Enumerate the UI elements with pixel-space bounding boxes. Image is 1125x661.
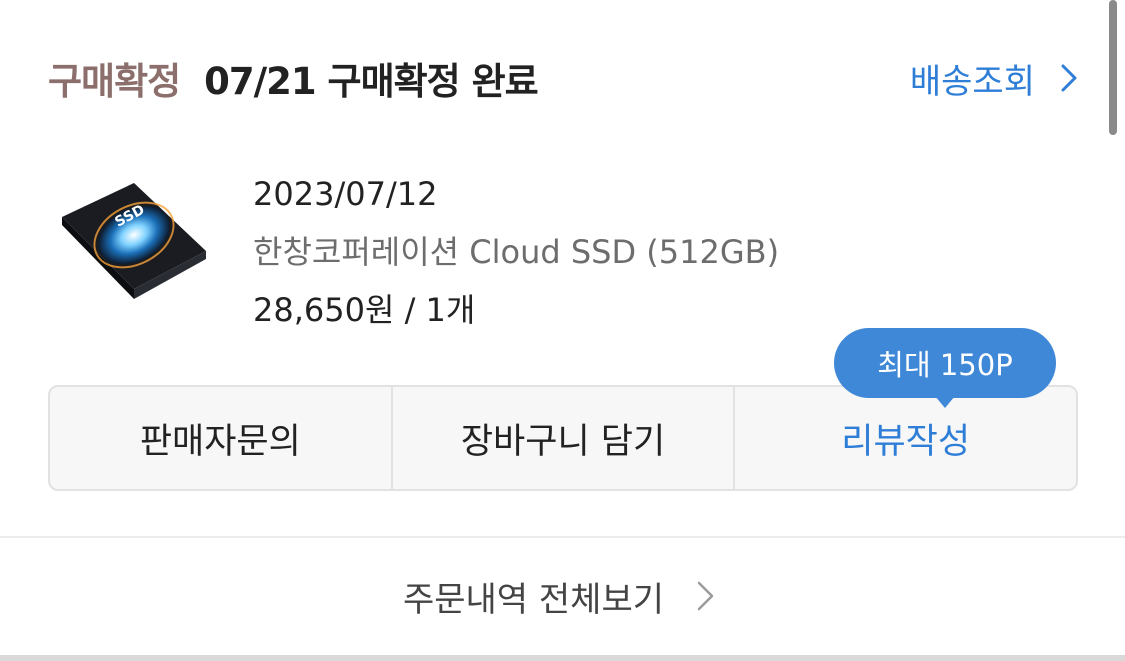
status-text: 07/21 구매확정 완료 [204, 60, 538, 103]
order-date: 2023/07/12 [253, 175, 438, 213]
track-delivery-label: 배송조회 [909, 61, 1035, 102]
order-card-page: 구매확정 07/21 구매확정 완료 배송조회 SSD 2023/07/12 한… [0, 0, 1125, 661]
section-divider [0, 536, 1125, 538]
chevron-right-icon [1061, 64, 1077, 92]
write-review-button[interactable]: 리뷰작성 [735, 387, 1076, 489]
chevron-right-icon [697, 581, 714, 611]
status-label: 구매확정 [48, 60, 181, 103]
bottom-divider [0, 655, 1125, 661]
product-info: 2023/07/12 한창코퍼레이션 Cloud SSD (512GB) 28,… [253, 165, 779, 339]
seller-inquiry-button[interactable]: 판매자문의 [50, 387, 393, 489]
view-all-orders-link[interactable]: 주문내역 전체보기 [0, 560, 1125, 632]
product-item[interactable]: SSD 2023/07/12 한창코퍼레이션 Cloud SSD (512GB)… [48, 165, 1048, 335]
track-delivery-link[interactable]: 배송조회 [910, 48, 1085, 108]
add-to-cart-button[interactable]: 장바구니 담기 [393, 387, 736, 489]
review-points-badge: 최대 150P [834, 328, 1056, 408]
product-name[interactable]: 한창코퍼레이션 Cloud SSD (512GB) [253, 223, 779, 281]
price-quantity: 28,650원 / 1개 [253, 291, 476, 329]
product-thumbnail[interactable]: SSD [48, 175, 213, 315]
order-action-buttons: 판매자문의 장바구니 담기 리뷰작성 [48, 385, 1078, 491]
order-status-header: 구매확정 07/21 구매확정 완료 배송조회 [48, 48, 1085, 108]
scrollbar[interactable] [1109, 0, 1117, 135]
view-all-orders-label: 주문내역 전체보기 [402, 579, 665, 620]
